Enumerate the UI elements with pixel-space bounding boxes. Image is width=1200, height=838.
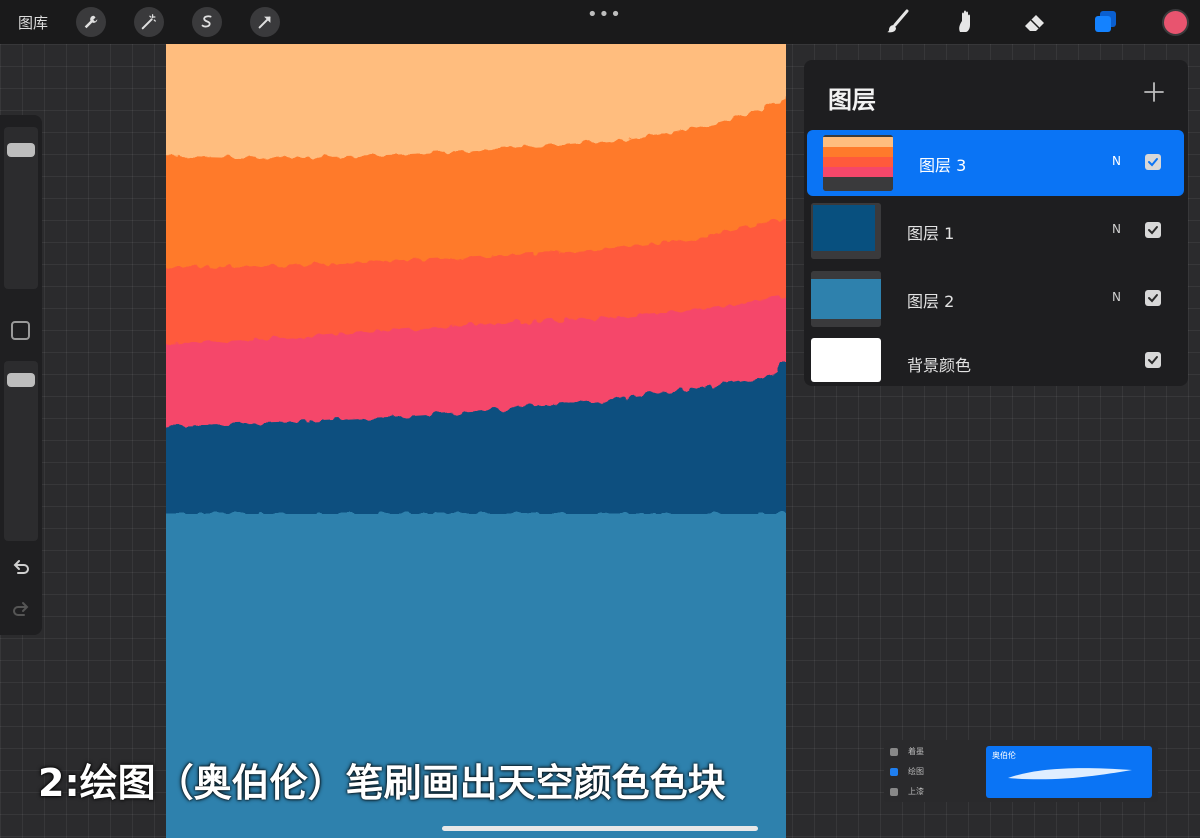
layer-name: 背景颜色	[907, 356, 972, 375]
check-icon	[1148, 294, 1158, 303]
layer-thumbnail	[811, 271, 881, 327]
check-icon	[1148, 226, 1158, 235]
undo-icon[interactable]	[10, 557, 32, 579]
drawing-canvas[interactable]	[166, 44, 786, 838]
layers-title: 图层	[828, 86, 876, 114]
brush-category-sketching[interactable]: 绘图	[890, 766, 924, 777]
layer-name: 图层 1	[907, 224, 955, 243]
brush-stroke-preview	[1008, 768, 1132, 780]
selection-icon[interactable]	[192, 7, 222, 37]
layer-row-3[interactable]: 图层 3 N	[807, 130, 1184, 196]
eraser-icon[interactable]	[1021, 8, 1049, 36]
top-toolbar: 图库 •••	[0, 0, 1200, 44]
visibility-checkbox[interactable]	[1145, 222, 1161, 238]
brush-category-inking[interactable]: 着墨	[890, 746, 924, 757]
check-icon	[1148, 356, 1158, 365]
layer-thumbnail	[823, 135, 893, 191]
modify-button[interactable]	[11, 321, 30, 340]
left-sidebar	[0, 115, 42, 635]
layer-thumbnail	[811, 338, 881, 382]
wrench-icon[interactable]	[76, 7, 106, 37]
transform-arrow-icon[interactable]	[250, 7, 280, 37]
layer-thumbnail	[811, 203, 881, 259]
paint-brush-icon	[890, 787, 898, 796]
layer-row-2[interactable]: 图层 2 N	[807, 266, 1184, 332]
opacity-slider[interactable]	[4, 361, 38, 541]
magic-wand-icon[interactable]	[134, 7, 164, 37]
add-layer-icon[interactable]	[1140, 78, 1168, 106]
brush-size-slider[interactable]	[4, 127, 38, 289]
ink-drop-icon	[890, 747, 898, 756]
gallery-button[interactable]: 图库	[18, 12, 48, 33]
layer-name: 图层 3	[919, 156, 967, 175]
blend-mode-button[interactable]: N	[1112, 222, 1121, 236]
artwork	[166, 44, 786, 838]
brush-library-popup: 着墨 绘图 上漆 奥伯伦	[884, 740, 1158, 802]
layer-row-1[interactable]: 图层 1 N	[807, 198, 1184, 264]
layers-panel: 图层 图层 3 N 图层 1 N 图层 2 N 背景颜色	[804, 60, 1188, 386]
more-options-button[interactable]: •••	[587, 4, 622, 25]
brush-name: 奥伯伦	[992, 751, 1016, 760]
redo-icon[interactable]	[10, 599, 32, 621]
visibility-checkbox[interactable]	[1145, 290, 1161, 306]
pencil-stroke-icon	[890, 767, 898, 776]
visibility-checkbox[interactable]	[1145, 352, 1161, 368]
visibility-checkbox[interactable]	[1145, 154, 1161, 170]
brush-category-painting[interactable]: 上漆	[890, 786, 924, 797]
layer-row-background[interactable]: 背景颜色	[807, 328, 1184, 394]
home-indicator	[442, 826, 758, 831]
layers-icon[interactable]	[1091, 8, 1119, 36]
selected-brush-preview[interactable]: 奥伯伦	[986, 746, 1152, 798]
tutorial-caption: 2:绘图（奥伯伦）笔刷画出天空颜色色块	[38, 761, 726, 805]
layer-name: 图层 2	[907, 292, 955, 311]
check-icon	[1148, 158, 1158, 167]
color-picker-swatch[interactable]	[1162, 9, 1189, 36]
smudge-icon[interactable]	[951, 8, 979, 36]
opacity-thumb[interactable]	[7, 373, 35, 387]
brush-size-thumb[interactable]	[7, 143, 35, 157]
brush-icon[interactable]	[884, 8, 912, 36]
blend-mode-button[interactable]: N	[1112, 290, 1121, 304]
blend-mode-button[interactable]: N	[1112, 154, 1121, 168]
